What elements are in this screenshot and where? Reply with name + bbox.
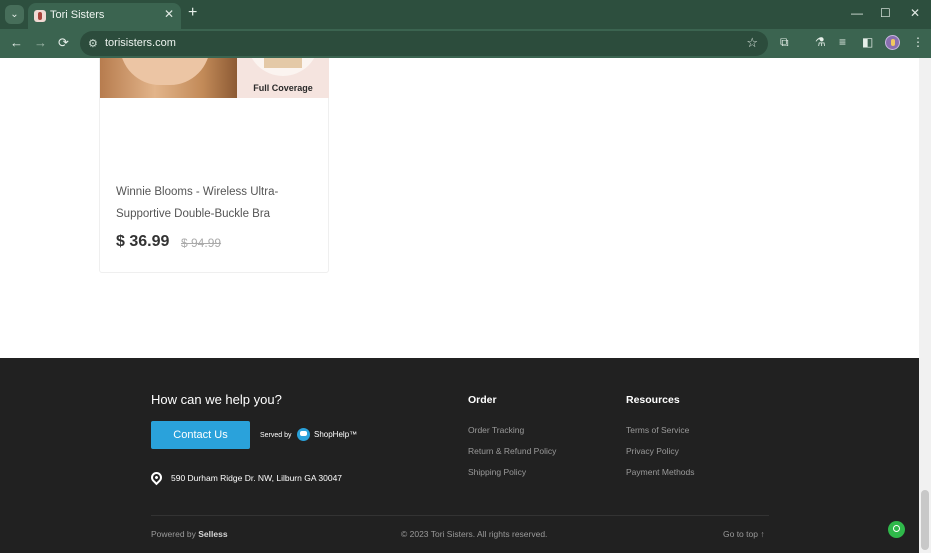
shophelp-label[interactable]: ShopHelp™ — [314, 430, 357, 439]
help-heading: How can we help you? — [151, 392, 282, 407]
favicon-icon — [34, 10, 46, 22]
back-icon[interactable]: ← — [10, 35, 23, 50]
link-order-tracking[interactable]: Order Tracking — [468, 425, 524, 435]
link-return-refund-policy[interactable]: Return & Refund Policy — [468, 446, 556, 456]
site-footer: How can we help you? Contact Us Served b… — [0, 358, 919, 553]
copyright-text: © 2023 Tori Sisters. All rights reserved… — [401, 529, 548, 539]
shophelp-icon — [297, 428, 310, 441]
resources-heading: Resources — [626, 394, 680, 406]
forward-icon[interactable]: → — [34, 35, 47, 50]
link-terms-of-service[interactable]: Terms of Service — [626, 425, 689, 435]
powered-by-brand[interactable]: Selless — [198, 529, 227, 539]
link-payment-methods[interactable]: Payment Methods — [626, 467, 695, 477]
scrollbar-thumb[interactable] — [921, 490, 929, 550]
new-tab-icon[interactable]: + — [188, 4, 197, 22]
maximize-icon[interactable]: ☐ — [880, 6, 891, 20]
tab-close-icon[interactable]: ✕ — [164, 7, 174, 21]
model-photo — [100, 58, 237, 98]
order-heading: Order — [468, 394, 497, 406]
tab-strip: ⌄ Tori Sisters ✕ + — ☐ ✕ — [0, 0, 931, 29]
contact-us-button[interactable]: Contact Us — [151, 421, 250, 449]
coverage-panel: Full Coverage — [237, 58, 329, 98]
tab-search-icon[interactable]: ⌄ — [5, 5, 24, 24]
product-title[interactable]: Winnie Blooms - Wireless Ultra-Supportiv… — [116, 181, 316, 225]
profile-avatar[interactable] — [885, 35, 900, 50]
reload-icon[interactable]: ⟳ — [58, 35, 69, 51]
reading-list-icon[interactable]: ≡ — [839, 35, 846, 49]
product-price: $ 36.99 — [116, 233, 170, 250]
bookmark-star-icon[interactable]: ☆ — [746, 35, 758, 51]
page-content: Full Coverage Winnie Blooms - Wireless U… — [0, 58, 919, 553]
footer-divider — [151, 515, 769, 516]
extensions-icon[interactable]: ⧉ — [780, 35, 789, 50]
browser-toolbar: ← → ⟳ ⚙ torisisters.com ☆ ⧉ ⚗ ≡ ◧ ⋮ — [0, 29, 931, 58]
browser-chrome: ⌄ Tori Sisters ✕ + — ☐ ✕ ← → ⟳ ⚙ torisis… — [0, 0, 931, 58]
menu-icon[interactable]: ⋮ — [912, 35, 924, 49]
product-old-price: $ 94.99 — [181, 236, 222, 250]
address-bar[interactable]: ⚙ torisisters.com ☆ — [80, 31, 768, 56]
store-address: 590 Durham Ridge Dr. NW, Lilburn GA 3004… — [171, 473, 343, 483]
url-text[interactable]: torisisters.com — [105, 37, 176, 49]
image-caption: Full Coverage — [253, 83, 313, 93]
fabric-swatch — [264, 58, 302, 68]
product-image[interactable]: Full Coverage — [100, 58, 329, 98]
site-info-icon[interactable]: ⚙ — [88, 37, 98, 50]
minimize-icon[interactable]: — — [851, 6, 863, 20]
powered-by-label: Powered by — [151, 529, 196, 539]
location-pin-icon — [148, 469, 165, 486]
side-panel-icon[interactable]: ◧ — [862, 35, 873, 49]
go-to-top-link[interactable]: Go to top ↑ — [723, 529, 765, 539]
chat-help-icon[interactable] — [888, 521, 905, 538]
powered-by: Powered by Selless — [151, 529, 228, 539]
served-by-label: Served by — [260, 432, 292, 439]
close-window-icon[interactable]: ✕ — [910, 6, 920, 20]
labs-icon[interactable]: ⚗ — [815, 35, 826, 49]
model-face — [120, 58, 210, 85]
product-card[interactable]: Full Coverage Winnie Blooms - Wireless U… — [99, 58, 329, 273]
tab-title: Tori Sisters — [50, 9, 105, 21]
tab-active[interactable]: Tori Sisters ✕ — [28, 3, 181, 29]
link-privacy-policy[interactable]: Privacy Policy — [626, 446, 679, 456]
link-shipping-policy[interactable]: Shipping Policy — [468, 467, 526, 477]
page-scrollbar[interactable] — [919, 58, 931, 553]
